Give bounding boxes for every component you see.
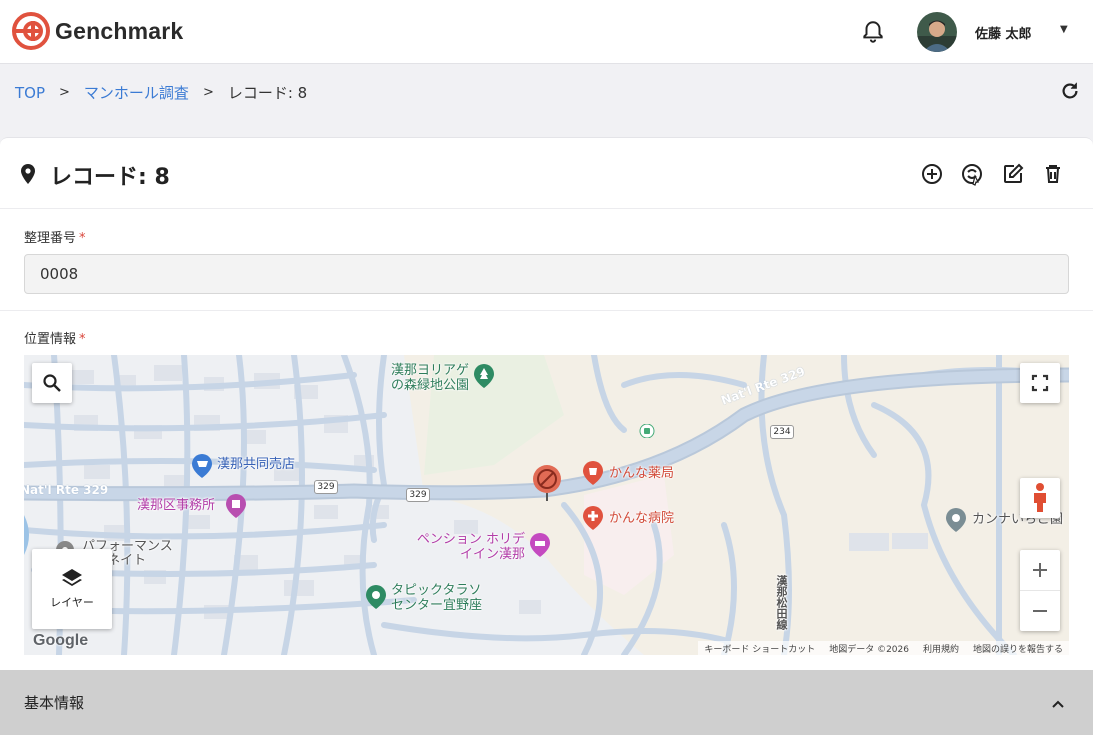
brand-logo[interactable]: Genchmark [11,11,183,51]
refresh-icon[interactable] [1059,80,1081,102]
route-shield-234: 234 [770,425,794,439]
route-shield-329: 329 [314,480,338,494]
required-mark: * [79,231,86,246]
poi-pharmacy-label[interactable]: かんな薬局 [609,467,674,481]
location-pin-icon [21,164,35,184]
route-shield-329: 329 [406,488,430,502]
keyboard-shortcuts-link[interactable]: キーボード ショートカット [704,642,815,655]
place-marker-icon[interactable] [945,507,967,533]
road-label-matsuda: 漢那松田線 [775,575,788,630]
notification-bell-icon[interactable] [860,19,886,45]
road-label-329-west: Nat'l Rte 329 [24,483,109,497]
accordion-title: 基本情報 [24,694,85,712]
layers-icon [62,569,82,586]
id-field-label: 整理番号 * [24,231,86,246]
breadcrumb-manhole-survey[interactable]: マンホール調査 [84,82,189,103]
pharmacy-marker-icon[interactable] [582,460,604,486]
delete-icon[interactable] [1041,162,1065,186]
genchmark-logo-icon [12,12,50,50]
location-map[interactable]: Nat'l Rte 329 Nat'l Rte 329 329 329 234 … [24,355,1069,655]
breadcrumb: TOP > マンホール調査 > レコード: 8 [15,82,307,103]
terms-link[interactable]: 利用規約 [923,642,959,655]
office-marker-icon[interactable] [225,493,247,519]
zoom-out-button[interactable] [1020,591,1060,631]
top-bar: Genchmark 佐藤 太郎 ▼ [0,0,1093,64]
report-error-link[interactable]: 地図の誤りを報告する [973,642,1063,655]
poi-pension-label[interactable]: ペンション ホリデイイン漢那 [409,532,525,562]
map-data-text: 地図データ ©2026 [829,645,909,655]
street-view-button[interactable] [1020,478,1060,518]
plus-icon [1033,563,1047,577]
record-card: レコード: 8 整理番号 * 0008 位置情報 * Nat'l Rte 329… [0,137,1093,735]
poi-office-label[interactable]: 漢那区事務所 [137,499,215,513]
basic-info-accordion[interactable]: 基本情報 [0,670,1093,735]
edit-icon[interactable] [1001,162,1025,186]
pegman-icon [1034,483,1046,512]
record-title: レコード: 8 [50,165,170,190]
required-mark: * [79,332,86,347]
search-icon [43,374,61,392]
minus-icon [1033,609,1047,612]
map-attribution: キーボード ショートカット 地図データ ©2026 利用規約 地図の誤りを報告す… [698,641,1069,655]
map-fullscreen-button[interactable] [1020,363,1060,403]
breadcrumb-top[interactable]: TOP [15,84,45,102]
chevron-up-icon[interactable] [1048,694,1068,714]
map-search-button[interactable] [32,363,72,403]
breadcrumb-separator: > [202,85,214,100]
poi-park-label[interactable]: 漢那ヨリアゲの森緑地公園 [385,363,469,393]
spa-marker-icon[interactable] [365,584,387,610]
breadcrumb-separator: > [59,85,70,100]
zoom-controls [1020,550,1060,631]
lodging-marker-icon[interactable] [529,532,551,558]
poi-hospital-label[interactable]: かんな病院 [609,512,674,526]
user-name[interactable]: 佐藤 太郎 [975,23,1032,42]
location-field-label: 位置情報 * [24,332,86,347]
brand-name: Genchmark [55,17,184,44]
poi-center-label[interactable]: タピックタラソ センター宜野座 [391,583,491,613]
hospital-marker-icon[interactable] [582,505,604,531]
layers-label: レイヤー [50,596,94,609]
cloud-sync-icon[interactable] [960,162,984,186]
poi-store-label[interactable]: 漢那共同売店 [217,458,295,472]
google-logo[interactable]: Google [33,632,88,650]
avatar[interactable] [917,12,957,52]
add-icon[interactable] [920,162,944,186]
map-layers-button[interactable]: レイヤー [32,549,112,629]
id-field[interactable]: 0008 [24,254,1069,294]
record-location-marker-icon[interactable] [532,463,562,503]
fullscreen-icon [1031,374,1049,392]
divider [0,310,1093,311]
zoom-in-button[interactable] [1020,551,1060,591]
user-menu-caret-icon[interactable]: ▼ [1060,24,1068,35]
breadcrumb-current: レコード: 8 [227,84,308,102]
bus-stop-icon[interactable] [639,424,655,438]
record-header: レコード: 8 [0,138,1093,209]
park-marker-icon[interactable] [473,363,495,389]
store-marker-icon[interactable] [191,453,213,479]
